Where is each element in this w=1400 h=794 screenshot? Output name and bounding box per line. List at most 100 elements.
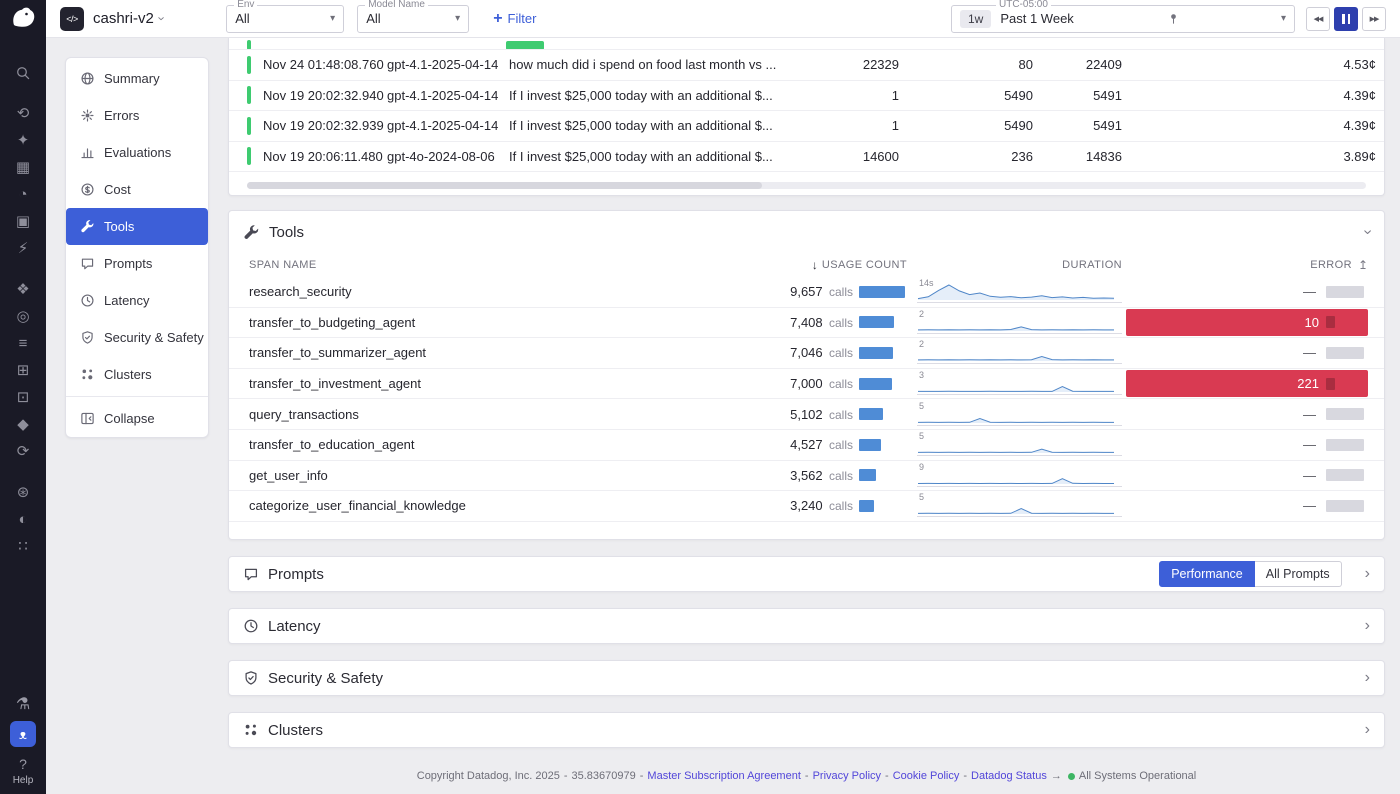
logs-icon[interactable]: ≡ [13, 335, 33, 352]
table-row[interactable]: Nov 19 20:02:32.940 gpt-4.1-2025-04-14 I… [229, 81, 1384, 112]
collapse-button[interactable]: Collapse [66, 400, 208, 437]
error-gray-bar [1326, 408, 1364, 420]
tool-duration-cell: 5 [917, 494, 1122, 517]
expand-prompts-chevron-icon[interactable]: › [1365, 566, 1370, 582]
usage-suffix: calls [826, 408, 853, 422]
llm-app-icon: </> [60, 7, 84, 31]
time-range-chip[interactable]: 1w [960, 10, 991, 28]
sidebar-item-clusters[interactable]: Clusters [66, 356, 208, 393]
sidebar-item-summary[interactable]: Summary [66, 60, 208, 97]
trace-timestamp: Nov 19 20:02:32.940 [263, 88, 383, 103]
expand-security-chevron-icon[interactable]: › [1365, 670, 1370, 686]
expand-latency-chevron-icon[interactable]: › [1365, 618, 1370, 634]
tool-duration-cell: 3 [917, 372, 1122, 395]
col-span-name[interactable]: SPAN NAME [249, 259, 767, 271]
containers-icon[interactable]: ▣ [13, 213, 33, 230]
link-cookie-policy[interactable]: Cookie Policy [893, 770, 960, 782]
app-switcher-chevron-icon[interactable]: › [156, 16, 169, 20]
col-usage-count[interactable]: ↓ USAGE COUNT [767, 258, 907, 272]
expand-clusters-chevron-icon[interactable]: › [1365, 722, 1370, 738]
sort-descending-icon[interactable]: ↓ [812, 258, 818, 272]
prompts-card[interactable]: Prompts Performance All Prompts › [228, 556, 1385, 592]
sidebar-item-security-safety[interactable]: Security & Safety [66, 319, 208, 356]
add-filter-button[interactable]: + Filter [493, 11, 536, 27]
tool-error-cell: — [1126, 498, 1368, 513]
duration-sparkline [917, 494, 1117, 516]
usage-count: 7,046 [790, 345, 823, 360]
collapse-tools-chevron-icon[interactable]: › [1359, 229, 1375, 234]
export-icon[interactable]: ↥ [1358, 258, 1368, 272]
scrollbar-thumb[interactable] [247, 182, 762, 189]
toggle-all-prompts[interactable]: All Prompts [1255, 561, 1342, 587]
horizontal-scrollbar[interactable] [247, 182, 1366, 189]
tool-span-name: transfer_to_education_agent [249, 437, 767, 452]
status-bar [247, 117, 251, 135]
toggle-performance[interactable]: Performance [1159, 561, 1255, 587]
table-row-clipped[interactable] [229, 38, 1384, 50]
tool-row[interactable]: query_transactions 5,102 calls 5 — [229, 399, 1384, 430]
duration-sparkline [917, 280, 1117, 302]
dashboards-icon[interactable]: ⊞ [13, 362, 33, 379]
error-gray-bar [1326, 286, 1364, 298]
trace-total-tokens: 22409 [1037, 57, 1122, 72]
search-icon[interactable] [13, 64, 33, 81]
table-row[interactable]: Nov 24 01:48:08.760 gpt-4.1-2025-04-14 h… [229, 50, 1384, 81]
link-master-subscription-agreement[interactable]: Master Subscription Agreement [647, 770, 800, 782]
usage-suffix: calls [826, 438, 853, 452]
duration-sparkline [917, 372, 1117, 394]
tool-row[interactable]: transfer_to_investment_agent 7,000 calls… [229, 369, 1384, 400]
tool-row[interactable]: research_security 9,657 calls 14s — [229, 277, 1384, 308]
time-range-picker[interactable]: UTC-05:00 1w Past 1 Week ▾ [951, 5, 1295, 33]
error-count: 221 [1297, 376, 1319, 391]
link-datadog-status[interactable]: Datadog Status [971, 770, 1047, 782]
security-icon[interactable]: ◆ [13, 416, 33, 433]
sidebar-item-latency[interactable]: Latency [66, 282, 208, 319]
link-privacy-policy[interactable]: Privacy Policy [813, 770, 881, 782]
events-icon[interactable]: ⚡ [13, 240, 33, 257]
app-name[interactable]: cashri-v2 [93, 10, 154, 27]
sidebar-item-cost[interactable]: Cost [66, 171, 208, 208]
tool-row[interactable]: categorize_user_financial_knowledge 3,24… [229, 491, 1384, 522]
sidebar-item-errors[interactable]: Errors [66, 97, 208, 134]
beaker-icon[interactable]: ⚗ [13, 695, 33, 712]
watchdog-icon[interactable]: ◎ [13, 308, 33, 325]
scrub-backward-button[interactable]: ◀◀ [1306, 7, 1330, 31]
llm-observability-icon[interactable]: ❖ [13, 281, 33, 298]
sidebar-item-tools[interactable]: Tools [66, 208, 208, 245]
usage-suffix: calls [826, 285, 853, 299]
tool-row[interactable]: transfer_to_budgeting_agent 7,408 calls … [229, 308, 1384, 339]
env-filter[interactable]: Env All ▾ [226, 5, 344, 33]
clusters-card[interactable]: Clusters › [228, 712, 1385, 748]
datadog-logo[interactable] [8, 3, 38, 38]
workflows-icon[interactable]: ∷ [13, 538, 33, 555]
synthetics-icon[interactable]: ◔ [13, 186, 33, 203]
latency-card[interactable]: Latency › [228, 608, 1385, 644]
ci-icon[interactable]: ⟳ [13, 443, 33, 460]
sidebar-item-prompts[interactable]: Prompts [66, 245, 208, 282]
sidebar-item-label: Security & Safety [104, 330, 204, 345]
tool-row[interactable]: transfer_to_summarizer_agent 7,046 calls… [229, 338, 1384, 369]
col-duration[interactable]: DURATION [917, 259, 1122, 271]
integrations-icon[interactable]: ⊡ [13, 389, 33, 406]
apm-icon[interactable]: ✦ [13, 132, 33, 149]
pin-icon[interactable] [1167, 12, 1180, 25]
metrics-icon[interactable]: ▦ [13, 159, 33, 176]
help-button[interactable]: ? Help [13, 756, 34, 786]
tool-row[interactable]: get_user_info 3,562 calls 9 — [229, 461, 1384, 492]
no-error-dash: — [1303, 498, 1316, 513]
table-row[interactable]: Nov 19 20:06:11.480 gpt-4o-2024-08-06 If… [229, 142, 1384, 173]
usage-suffix: calls [826, 316, 853, 330]
sidebar-item-evaluations[interactable]: Evaluations [66, 134, 208, 171]
history-icon[interactable]: ⟲ [13, 105, 33, 122]
tool-duration-cell: 2 [917, 311, 1122, 334]
tool-row[interactable]: transfer_to_education_agent 4,527 calls … [229, 430, 1384, 461]
bits-ai-button[interactable]: ᴥ [10, 721, 36, 747]
settings-icon[interactable]: ⊛ [13, 484, 33, 501]
scrub-forward-button[interactable]: ▶▶ [1362, 7, 1386, 31]
profiling-icon[interactable]: ◐ [13, 511, 33, 528]
pause-button[interactable] [1334, 7, 1358, 31]
security-safety-card[interactable]: Security & Safety › [228, 660, 1385, 696]
table-row[interactable]: Nov 19 20:02:32.939 gpt-4.1-2025-04-14 I… [229, 111, 1384, 142]
model-name-filter[interactable]: Model Name All ▾ [357, 5, 469, 33]
col-error[interactable]: ERROR ↥ [1126, 258, 1368, 272]
